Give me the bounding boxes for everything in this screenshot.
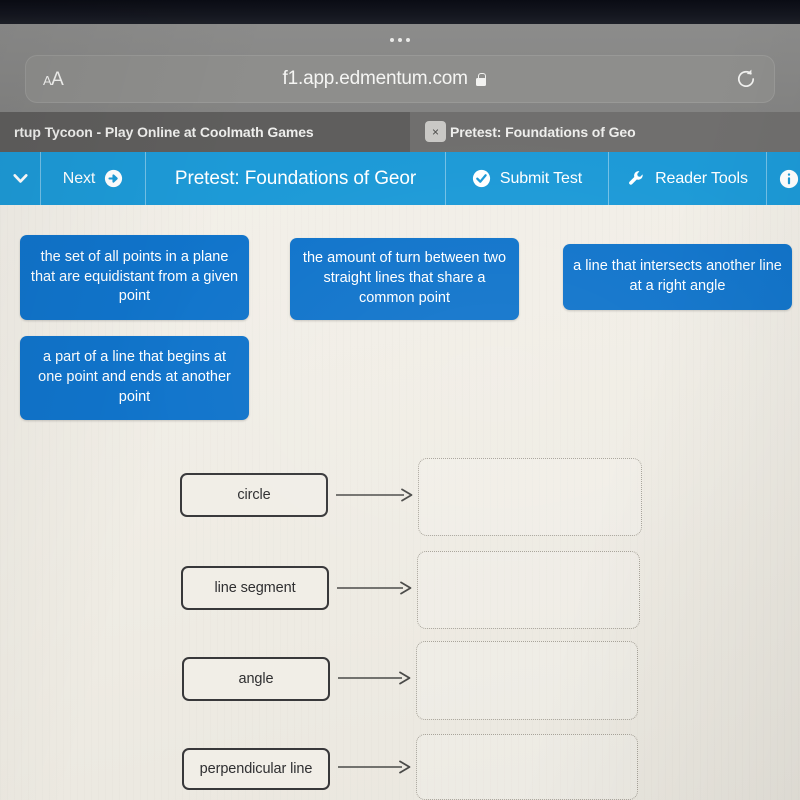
lock-icon (475, 72, 486, 86)
browser-chrome: AA f1.app.edmentum.com (0, 24, 800, 112)
three-dots-icon[interactable] (390, 38, 410, 42)
drop-zone[interactable] (417, 551, 640, 629)
info-circle-icon (779, 169, 798, 188)
definition-tile[interactable]: the amount of turn between two straight … (290, 238, 519, 320)
address-bar-center: f1.app.edmentum.com (33, 68, 735, 90)
drop-zone[interactable] (416, 734, 638, 800)
definition-tile[interactable]: a line that intersects another line at a… (563, 244, 792, 310)
tab-title: rtup Tycoon - Play Online at Coolmath Ga… (14, 124, 314, 140)
tab-title: Pretest: Foundations of Geo (450, 124, 636, 140)
wrench-icon (629, 171, 643, 185)
term-box[interactable]: angle (182, 657, 330, 701)
toolbar-menu-toggle[interactable] (0, 152, 40, 205)
term-box[interactable]: perpendicular line (182, 748, 330, 790)
check-circle-icon (472, 169, 490, 188)
reader-tools-button[interactable]: Reader Tools (608, 152, 766, 205)
close-tab-button[interactable]: × (425, 121, 446, 142)
screenshot-root: AA f1.app.edmentum.com rtup Tycoon - Pla… (0, 0, 800, 800)
question-content: the set of all points in a plane that ar… (0, 205, 800, 800)
device-bezel (0, 0, 800, 24)
address-bar[interactable]: AA f1.app.edmentum.com (25, 55, 775, 103)
next-button[interactable]: Next (40, 152, 145, 205)
submit-test-button[interactable]: Submit Test (445, 152, 608, 205)
term-box[interactable]: circle (180, 473, 328, 517)
term-box[interactable]: line segment (181, 566, 329, 610)
chevron-down-icon (12, 174, 28, 183)
reload-icon[interactable] (735, 68, 757, 90)
match-arrow-icon (336, 486, 413, 504)
submit-test-label: Submit Test (499, 169, 583, 187)
url-text: f1.app.edmentum.com (282, 68, 468, 89)
match-arrow-icon (337, 579, 412, 597)
reader-tools-label: Reader Tools (655, 169, 748, 187)
help-button[interactable] (766, 152, 800, 205)
definition-tile[interactable]: the set of all points in a plane that ar… (20, 235, 249, 320)
browser-tab-strip: rtup Tycoon - Play Online at Coolmath Ga… (0, 112, 800, 152)
test-title: Pretest: Foundations of Geor (145, 152, 445, 205)
browser-tab-pretest[interactable]: E Pretest: Foundations of Geo (410, 112, 800, 152)
match-arrow-icon (338, 669, 411, 687)
app-toolbar: Next Pretest: Foundations of Geor Submit… (0, 152, 800, 205)
definition-tile[interactable]: a part of a line that begins at one poin… (20, 336, 249, 420)
arrow-right-circle-icon (105, 169, 123, 188)
drop-zone[interactable] (418, 458, 642, 536)
browser-tab-coolmath[interactable]: rtup Tycoon - Play Online at Coolmath Ga… (0, 112, 410, 152)
drop-zone[interactable] (416, 641, 638, 720)
match-arrow-icon (338, 758, 411, 776)
next-label: Next (62, 169, 96, 187)
